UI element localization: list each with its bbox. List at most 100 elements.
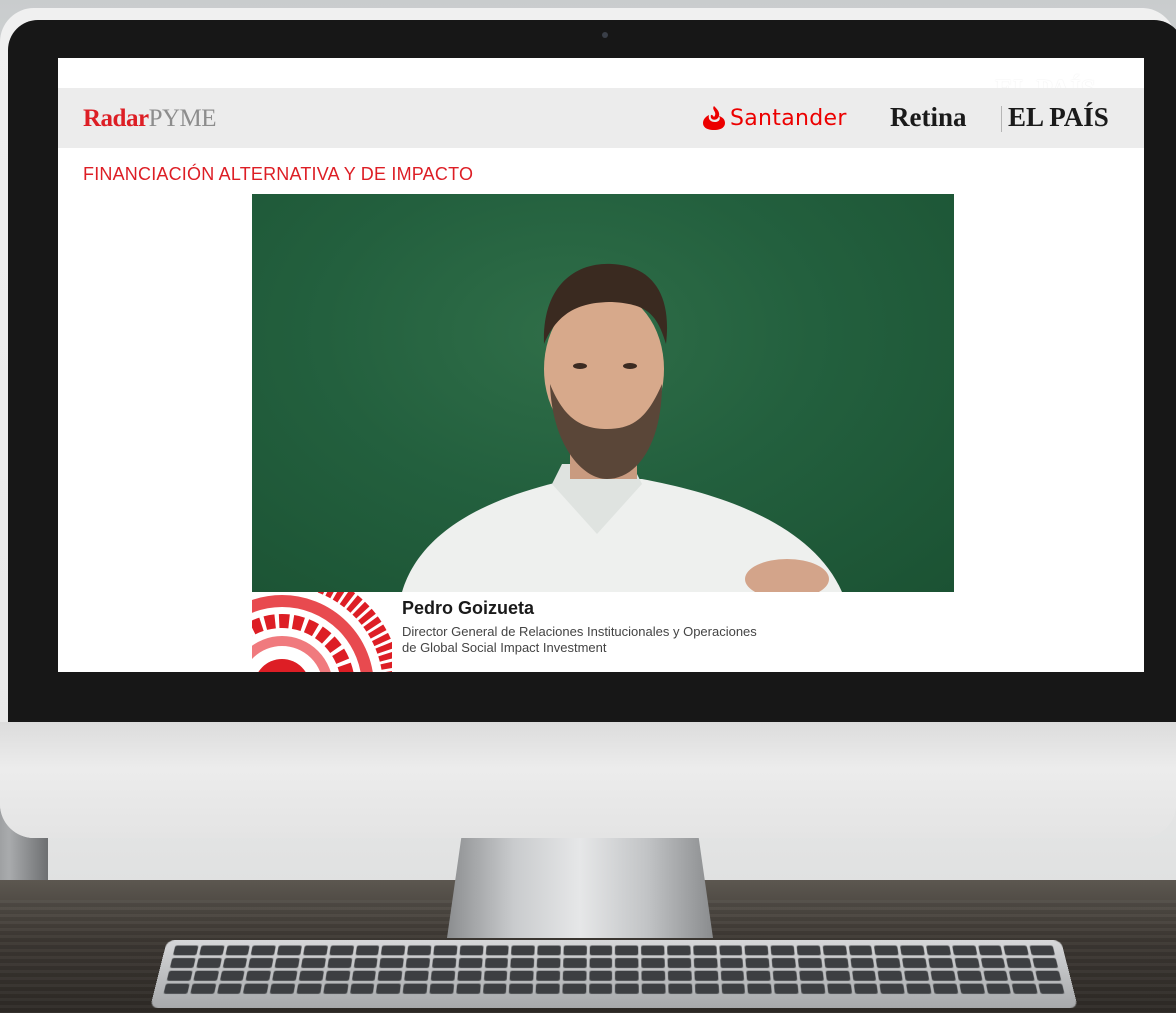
keyboard-key <box>850 958 875 968</box>
keyboard-key <box>381 945 406 956</box>
keyboard-key <box>848 945 873 956</box>
keyboard-key <box>169 958 196 968</box>
santander-flame-icon <box>703 106 725 130</box>
red-ring-graphic <box>252 592 392 672</box>
keyboard-key <box>303 945 328 956</box>
keyboard-key <box>379 958 404 968</box>
elpais-logo: EL PAÍS <box>1008 102 1109 132</box>
keyboard-key <box>1029 945 1056 956</box>
keyboard-key <box>431 958 457 968</box>
keyboard-key <box>511 945 535 956</box>
keyboard-key <box>825 970 851 981</box>
keyboard-key <box>536 970 561 981</box>
event-header <box>58 88 1144 148</box>
keyboard-key <box>329 945 354 956</box>
keyboard-key <box>668 983 693 994</box>
keyboard-key <box>196 958 222 968</box>
keyboard-key <box>954 958 980 968</box>
keyboard-key <box>405 958 431 968</box>
keyboard-key <box>377 970 403 981</box>
speaker-role: Director General de Relaciones Instituci… <box>402 624 942 656</box>
keyboard-key <box>853 983 879 994</box>
keyboard-key <box>300 958 326 968</box>
keyboard-key <box>1003 945 1030 956</box>
speaker-video <box>252 194 954 592</box>
keyboard-key <box>563 945 587 956</box>
keyboard-key <box>536 958 561 968</box>
keyboard-key <box>482 983 507 994</box>
keyboard-key <box>535 983 560 994</box>
keyboard-key <box>851 970 877 981</box>
keyboard-key <box>458 958 483 968</box>
retina-logo: Retina <box>890 102 967 132</box>
keyboard-key <box>1012 983 1038 994</box>
keyboard-key <box>667 958 692 968</box>
keyboard-key <box>1038 983 1065 994</box>
keyboard-key <box>269 983 296 994</box>
keyboard-key <box>166 970 193 981</box>
keyboard-key <box>667 970 692 981</box>
keyboard-key <box>744 945 769 956</box>
keyboard-key <box>721 983 746 994</box>
keyboard-key <box>641 983 666 994</box>
santander-wordmark: Santander <box>730 105 847 131</box>
keyboard-key <box>457 970 482 981</box>
keyboard-key <box>746 970 771 981</box>
keyboard-key <box>928 958 954 968</box>
keyboard-key <box>429 983 454 994</box>
keyboard-key <box>904 970 930 981</box>
keyboard-key <box>537 945 561 956</box>
keyboard <box>150 940 1078 1008</box>
keyboard-key <box>799 970 824 981</box>
keyboard-key <box>641 970 666 981</box>
keyboard-key <box>747 983 773 994</box>
keyboard-key <box>900 945 925 956</box>
keyboard-key <box>562 983 587 994</box>
keyboard-key <box>459 945 484 956</box>
keyboard-key <box>455 983 481 994</box>
keyboard-key <box>327 958 352 968</box>
keyboard-key <box>985 983 1012 994</box>
keyboard-key <box>615 958 639 968</box>
monitor-stand <box>447 826 713 938</box>
keyboard-key <box>349 983 375 994</box>
radar-word: Radar <box>83 105 149 132</box>
keyboard-key <box>325 970 350 981</box>
keyboard-key <box>877 970 903 981</box>
keyboard-key <box>485 945 509 956</box>
keyboard-key <box>615 983 640 994</box>
keyboard-key <box>272 970 298 981</box>
keyboard-key <box>745 958 770 968</box>
keyboard-key <box>641 945 665 956</box>
keyboard-key <box>193 970 219 981</box>
keyboard-key <box>800 983 826 994</box>
keyboard-key <box>562 970 587 981</box>
keyboard-key <box>510 958 535 968</box>
keyboard-key <box>407 945 432 956</box>
keyboard-key <box>1035 970 1062 981</box>
keyboard-key <box>956 970 983 981</box>
keyboard-key <box>796 945 821 956</box>
keyboard-key <box>906 983 932 994</box>
speaker-role-line2: de Global Social Impact Investment <box>402 640 607 655</box>
keyboard-key <box>615 945 639 956</box>
keyboard-key <box>251 945 277 956</box>
keyboard-key <box>874 945 899 956</box>
keyboard-key <box>376 983 401 994</box>
keyboard-key <box>355 945 380 956</box>
keyboard-key <box>980 958 1006 968</box>
keyboard-key <box>720 970 745 981</box>
keyboard-key <box>694 983 719 994</box>
keyboard-key <box>353 958 378 968</box>
keyboard-key <box>879 983 905 994</box>
keyboard-key <box>876 958 901 968</box>
keyboard-key <box>932 983 959 994</box>
keyboard-key <box>404 970 429 981</box>
keyboard-key <box>772 970 798 981</box>
keyboard-key <box>484 958 509 968</box>
screen: EL PAÍS RadarPYME Santander Retina EL PA… <box>58 58 1144 672</box>
santander-logo: Santander <box>702 104 847 132</box>
keyboard-key <box>198 945 225 956</box>
keyboard-key <box>248 958 274 968</box>
keyboard-key <box>509 983 534 994</box>
